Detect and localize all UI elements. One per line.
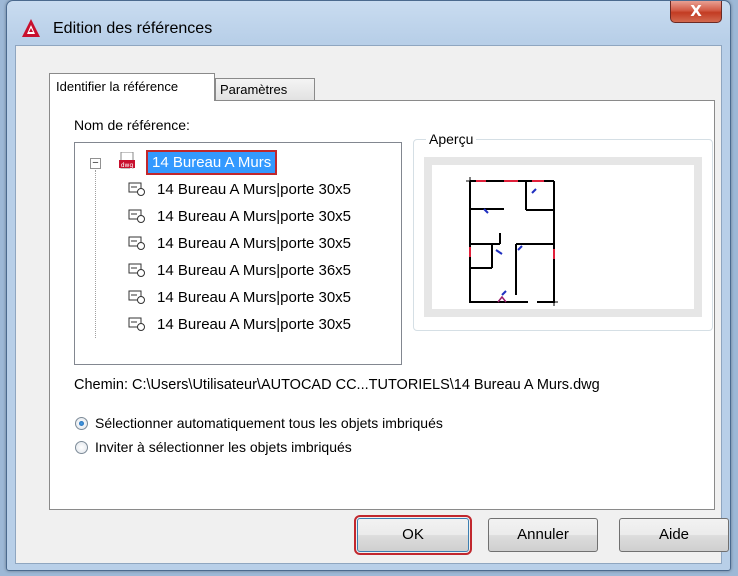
tree-connector	[95, 170, 96, 338]
title-bar[interactable]: Edition des références X	[7, 1, 730, 45]
tab-panel: Nom de référence: − dwg 14 Bureau A Murs	[49, 100, 715, 510]
window-title: Edition des références	[53, 20, 213, 37]
tree-item[interactable]: 14 Bureau A Murs|porte 30x5	[127, 233, 351, 255]
radio-auto-select[interactable]: Sélectionner automatiquement tous les ob…	[75, 414, 443, 432]
block-reference-icon	[127, 235, 147, 251]
tree-item-root[interactable]: dwg 14 Bureau A Murs	[118, 150, 278, 175]
tree-item-label: 14 Bureau A Murs|porte 30x5	[157, 235, 352, 252]
reference-name-label: Nom de référence:	[74, 117, 190, 133]
tree-item-label: 14 Bureau A Murs|porte 30x5	[157, 316, 352, 333]
path-value: C:\Users\Utilisateur\AUTOCAD CC...TUTORI…	[132, 377, 600, 393]
block-reference-icon	[127, 262, 147, 278]
tab-identify-reference[interactable]: Identifier la référence	[49, 73, 215, 101]
tree-item-label: 14 Bureau A Murs|porte 36x5	[157, 262, 352, 279]
radio-label: Sélectionner automatiquement tous les ob…	[95, 415, 443, 431]
collapse-icon[interactable]: −	[90, 158, 101, 169]
tree-item-label: 14 Bureau A Murs|porte 30x5	[157, 181, 352, 198]
radio-checked-icon[interactable]	[75, 417, 88, 430]
reference-tree[interactable]: − dwg 14 Bureau A Murs 14 Bureau A Murs|…	[74, 142, 402, 365]
selected-reference-name: 14 Bureau A Murs	[145, 150, 278, 175]
tab-label: Identifier la référence	[56, 79, 179, 94]
dialog-client-area: Identifier la référence Paramètres Nom d…	[15, 45, 729, 564]
edit-reference-dialog: Edition des références X Identifier la r…	[6, 0, 731, 571]
autocad-logo-icon	[21, 18, 41, 38]
svg-text:dwg: dwg	[121, 162, 134, 169]
block-reference-icon	[127, 208, 147, 224]
tree-item-label: 14 Bureau A Murs|porte 30x5	[157, 208, 352, 225]
radio-prompt-select[interactable]: Inviter à sélectionner les objets imbriq…	[75, 438, 352, 456]
path-row: Chemin: C:\Users\Utilisateur\AUTOCAD CC.…	[74, 377, 600, 393]
tab-label: Paramètres	[220, 82, 288, 97]
cancel-button[interactable]: Annuler	[488, 518, 598, 552]
floor-plan-thumbnail	[466, 177, 558, 306]
dwg-file-icon: dwg	[118, 151, 138, 169]
radio-label: Inviter à sélectionner les objets imbriq…	[95, 439, 352, 455]
tree-item[interactable]: 14 Bureau A Murs|porte 30x5	[127, 287, 351, 309]
tree-item-label: 14 Bureau A Murs|porte 30x5	[157, 289, 352, 306]
preview-viewport	[424, 157, 702, 317]
ok-button[interactable]: OK	[354, 515, 472, 555]
block-reference-icon	[127, 289, 147, 305]
preview-group: Aperçu	[413, 131, 713, 331]
block-reference-icon	[127, 181, 147, 197]
path-label: Chemin:	[74, 377, 128, 393]
close-button[interactable]: X	[670, 1, 722, 23]
block-reference-icon	[127, 316, 147, 332]
radio-unchecked-icon[interactable]	[75, 441, 88, 454]
tab-settings[interactable]: Paramètres	[215, 78, 315, 101]
help-button[interactable]: Aide	[619, 518, 729, 552]
tree-item[interactable]: 14 Bureau A Murs|porte 36x5	[127, 260, 351, 282]
preview-label: Aperçu	[426, 131, 477, 147]
tree-item[interactable]: 14 Bureau A Murs|porte 30x5	[127, 206, 351, 228]
close-icon: X	[690, 2, 702, 20]
tree-item[interactable]: 14 Bureau A Murs|porte 30x5	[127, 314, 351, 336]
tree-item[interactable]: 14 Bureau A Murs|porte 30x5	[127, 179, 351, 201]
